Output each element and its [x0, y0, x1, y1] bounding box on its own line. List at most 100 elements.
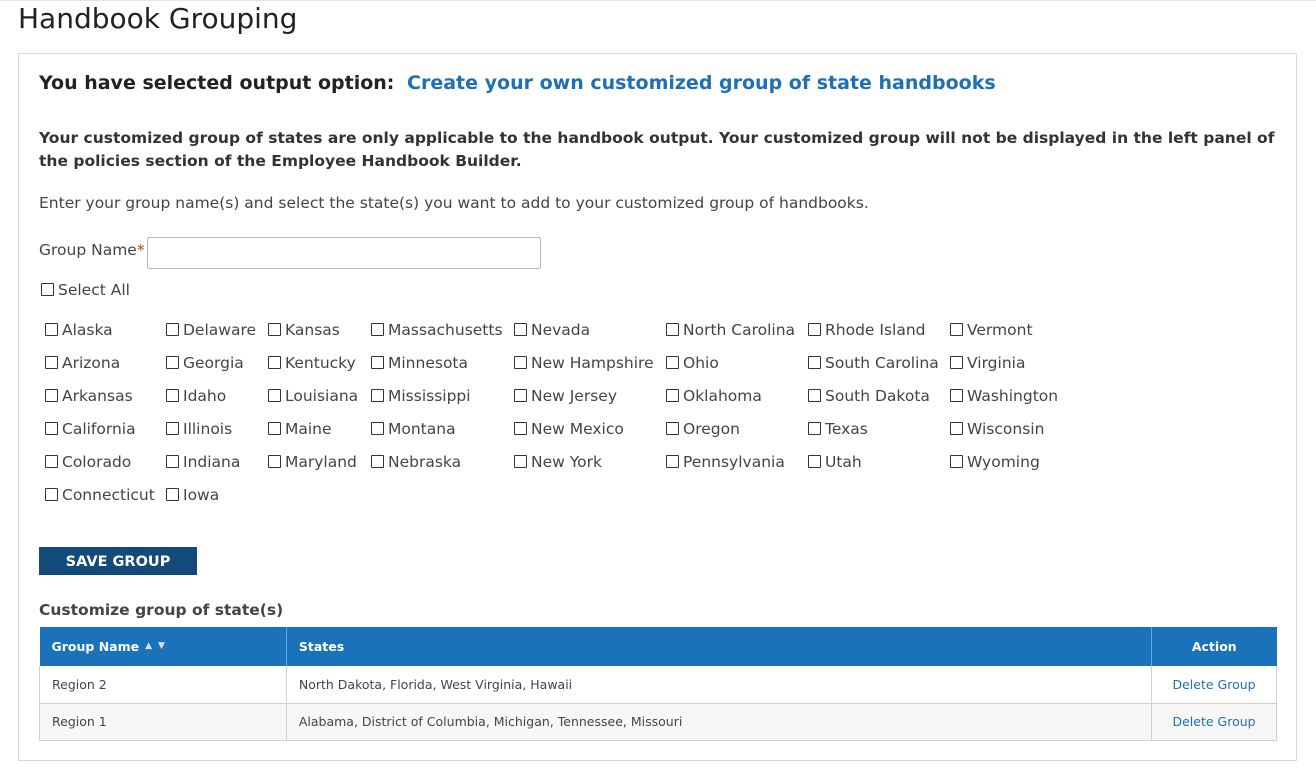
state-checkbox-louisiana[interactable]: Louisiana — [268, 387, 358, 405]
delete-group-link[interactable]: Delete Group — [1172, 677, 1255, 692]
checkbox-icon[interactable] — [166, 455, 179, 468]
state-checkbox-maine[interactable]: Maine — [268, 420, 332, 438]
checkbox-icon[interactable] — [268, 356, 281, 369]
checkbox-icon[interactable] — [950, 323, 963, 336]
state-checkbox-arkansas[interactable]: Arkansas — [45, 387, 133, 405]
checkbox-icon[interactable] — [666, 455, 679, 468]
checkbox-icon[interactable] — [666, 389, 679, 402]
state-checkbox-iowa[interactable]: Iowa — [166, 486, 219, 504]
checkbox-icon[interactable] — [808, 389, 821, 402]
state-checkbox-illinois[interactable]: Illinois — [166, 420, 232, 438]
state-checkbox-kansas[interactable]: Kansas — [268, 321, 340, 339]
state-checkbox-pennsylvania[interactable]: Pennsylvania — [666, 453, 785, 471]
checkbox-icon[interactable] — [808, 422, 821, 435]
state-checkbox-vermont[interactable]: Vermont — [950, 321, 1033, 339]
checkbox-icon[interactable] — [45, 356, 58, 369]
checkbox-icon[interactable] — [666, 356, 679, 369]
state-checkbox-new-hampshire[interactable]: New Hampshire — [514, 354, 654, 372]
state-checkbox-south-carolina[interactable]: South Carolina — [808, 354, 939, 372]
checkbox-icon[interactable] — [268, 389, 281, 402]
checkbox-icon[interactable] — [268, 455, 281, 468]
checkbox-icon[interactable] — [45, 455, 58, 468]
state-checkbox-south-dakota[interactable]: South Dakota — [808, 387, 930, 405]
state-checkbox-connecticut[interactable]: Connecticut — [45, 486, 155, 504]
state-checkbox-oregon[interactable]: Oregon — [666, 420, 740, 438]
state-checkbox-new-jersey[interactable]: New Jersey — [514, 387, 617, 405]
checkbox-icon[interactable] — [45, 422, 58, 435]
checkbox-icon[interactable] — [514, 455, 527, 468]
state-checkbox-mississippi[interactable]: Mississippi — [371, 387, 471, 405]
checkbox-icon[interactable] — [514, 389, 527, 402]
checkbox-icon[interactable] — [371, 356, 384, 369]
delete-group-link[interactable]: Delete Group — [1172, 714, 1255, 729]
checkbox-icon[interactable] — [950, 455, 963, 468]
select-all-checkbox[interactable]: Select All — [41, 281, 130, 299]
state-checkbox-massachusetts[interactable]: Massachusetts — [371, 321, 503, 339]
checkbox-icon[interactable] — [166, 323, 179, 336]
sort-icon[interactable]: ▲▼ — [145, 641, 171, 651]
state-checkbox-rhode-island[interactable]: Rhode Island — [808, 321, 926, 339]
state-checkbox-kentucky[interactable]: Kentucky — [268, 354, 356, 372]
state-checkbox-california[interactable]: California — [45, 420, 136, 438]
state-checkbox-oklahoma[interactable]: Oklahoma — [666, 387, 762, 405]
checkbox-icon[interactable] — [371, 323, 384, 336]
state-checkbox-ohio[interactable]: Ohio — [666, 354, 719, 372]
checkbox-icon[interactable] — [371, 422, 384, 435]
state-checkbox-wyoming[interactable]: Wyoming — [950, 453, 1040, 471]
state-label: Alaska — [62, 321, 113, 339]
checkbox-icon[interactable] — [166, 356, 179, 369]
column-header-group-name[interactable]: Group Name ▲▼ — [39, 627, 287, 666]
checkbox-icon[interactable] — [45, 389, 58, 402]
instructions-text: Enter your group name(s) and select the … — [39, 194, 869, 212]
state-checkbox-maryland[interactable]: Maryland — [268, 453, 357, 471]
state-checkbox-utah[interactable]: Utah — [808, 453, 862, 471]
checkbox-icon[interactable] — [950, 389, 963, 402]
state-label: Iowa — [183, 486, 220, 504]
state-checkbox-new-mexico[interactable]: New Mexico — [514, 420, 624, 438]
checkbox-icon[interactable] — [166, 488, 179, 501]
state-checkbox-wisconsin[interactable]: Wisconsin — [950, 420, 1044, 438]
checkbox-icon[interactable] — [45, 488, 58, 501]
state-checkbox-alaska[interactable]: Alaska — [45, 321, 113, 339]
state-checkbox-indiana[interactable]: Indiana — [166, 453, 240, 471]
checkbox-icon[interactable] — [41, 283, 54, 296]
save-group-button[interactable]: SAVE GROUP — [39, 547, 197, 575]
grouping-panel: You have selected output option: Create … — [18, 53, 1297, 761]
checkbox-icon[interactable] — [371, 389, 384, 402]
checkbox-icon[interactable] — [268, 323, 281, 336]
state-checkbox-idaho[interactable]: Idaho — [166, 387, 226, 405]
state-checkbox-delaware[interactable]: Delaware — [166, 321, 256, 339]
checkbox-icon[interactable] — [45, 323, 58, 336]
checkbox-icon[interactable] — [371, 455, 384, 468]
state-checkbox-georgia[interactable]: Georgia — [166, 354, 244, 372]
checkbox-icon[interactable] — [514, 356, 527, 369]
checkbox-icon[interactable] — [808, 323, 821, 336]
state-checkbox-north-carolina[interactable]: North Carolina — [666, 321, 795, 339]
action-cell: Delete Group — [1151, 666, 1277, 704]
state-checkbox-texas[interactable]: Texas — [808, 420, 868, 438]
checkbox-icon[interactable] — [166, 389, 179, 402]
groups-table: Group Name ▲▼ States Action Region 2 Nort… — [39, 627, 1277, 741]
checkbox-icon[interactable] — [166, 422, 179, 435]
table-header-row: Group Name ▲▼ States Action — [39, 627, 1277, 666]
state-checkbox-nebraska[interactable]: Nebraska — [371, 453, 461, 471]
checkbox-icon[interactable] — [808, 455, 821, 468]
checkbox-icon[interactable] — [950, 356, 963, 369]
checkbox-icon[interactable] — [514, 422, 527, 435]
checkbox-icon[interactable] — [666, 323, 679, 336]
state-checkbox-washington[interactable]: Washington — [950, 387, 1058, 405]
state-checkbox-montana[interactable]: Montana — [371, 420, 456, 438]
state-checkbox-arizona[interactable]: Arizona — [45, 354, 120, 372]
checkbox-icon[interactable] — [808, 356, 821, 369]
state-label: South Carolina — [825, 354, 939, 372]
state-checkbox-new-york[interactable]: New York — [514, 453, 602, 471]
checkbox-icon[interactable] — [514, 323, 527, 336]
state-checkbox-nevada[interactable]: Nevada — [514, 321, 590, 339]
checkbox-icon[interactable] — [268, 422, 281, 435]
checkbox-icon[interactable] — [666, 422, 679, 435]
state-checkbox-minnesota[interactable]: Minnesota — [371, 354, 468, 372]
checkbox-icon[interactable] — [950, 422, 963, 435]
state-checkbox-colorado[interactable]: Colorado — [45, 453, 131, 471]
state-checkbox-virginia[interactable]: Virginia — [950, 354, 1025, 372]
group-name-input[interactable] — [147, 237, 541, 269]
